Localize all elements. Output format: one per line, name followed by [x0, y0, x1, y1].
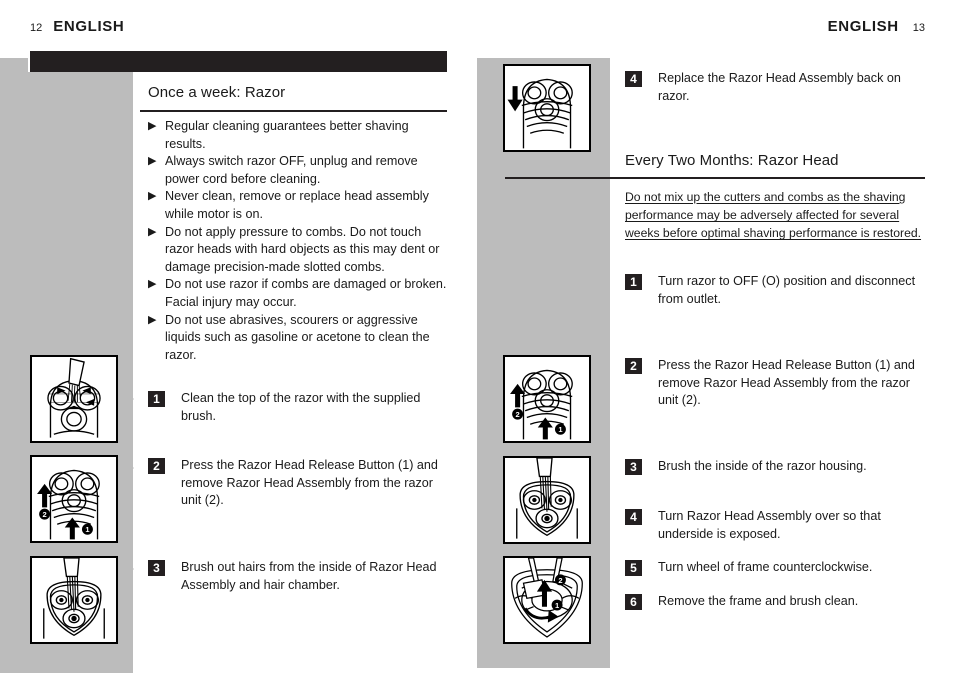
figure-pointer-triangle — [118, 386, 134, 412]
step-text: Brush out hairs from the inside of Razor… — [181, 560, 437, 592]
running-head-right: ENGLISH 13 — [828, 18, 925, 36]
svg-text:2: 2 — [558, 576, 562, 585]
right-page: ENGLISH 13 4 Replace the Razor Head Asse… — [477, 0, 954, 673]
step-number-badge: 4 — [625, 509, 642, 525]
step-number-badge: 4 — [625, 71, 642, 87]
svg-text:1: 1 — [555, 601, 559, 610]
page-number: 13 — [912, 22, 925, 34]
razor-head-underside-with-brush-icon — [43, 558, 105, 639]
step-number-badge: 1 — [625, 274, 642, 290]
list-item-text: Never clean, remove or replace head asse… — [165, 189, 429, 221]
bullet-arrow-icon: ▶ — [148, 190, 157, 203]
figure-pointer-triangle — [591, 456, 607, 482]
step-text: Brush the inside of the razor housing. — [658, 459, 867, 473]
section-title-every-two-months: Every Two Months: Razor Head — [625, 152, 839, 169]
step-text: Clean the top of the razor with the supp… — [181, 391, 421, 423]
step-text: Remove the frame and brush clean. — [658, 594, 859, 608]
section-title-once-a-week: Once a week: Razor — [148, 84, 286, 101]
bullet-arrow-icon: ▶ — [148, 120, 157, 132]
step-number-badge: 6 — [625, 594, 642, 610]
step-text: Press the Razor Head Release Button (1) … — [658, 358, 915, 408]
razor-replace-head-down-arrow-icon — [507, 78, 573, 149]
chapter-title-bar — [30, 51, 447, 72]
bullet-arrow-icon: ▶ — [148, 155, 157, 168]
warning-note: Do not mix up the cutters and combs as t… — [625, 190, 922, 241]
step-number-badge: 2 — [625, 358, 642, 374]
language-label: ENGLISH — [827, 18, 899, 35]
list-item: ▶ Always switch razor OFF, unplug and re… — [148, 153, 450, 188]
list-item-text: Do not use abrasives, scourers or aggres… — [165, 312, 430, 362]
razor-head-release-upward-arrows-icon: 2 1 — [37, 469, 100, 540]
list-item: ▶ Regular cleaning guarantees better sha… — [148, 118, 450, 153]
step-text: Turn razor to OFF (O) position and disco… — [658, 274, 916, 306]
razor-head-release-upward-arrows-icon: 2 1 — [510, 369, 573, 440]
list-item-text: Do not apply pressure to combs. Do not t… — [165, 224, 440, 274]
figure-replace-razor-head — [503, 64, 591, 152]
step-number-badge: 2 — [148, 458, 165, 474]
step-number-badge: 5 — [625, 560, 642, 576]
page-number: 12 — [30, 22, 43, 34]
safety-bullet-list: ▶ Regular cleaning guarantees better sha… — [148, 118, 450, 364]
bullet-arrow-icon: ▶ — [148, 278, 157, 291]
step-number-badge: 1 — [148, 391, 165, 407]
bullet-arrow-icon: ▶ — [148, 225, 157, 238]
figure-razor-underside-brush-right — [503, 456, 591, 544]
figure-razor-top-with-brush — [30, 355, 118, 443]
running-head-left: 12 ENGLISH — [30, 18, 124, 36]
list-item: ▶ Never clean, remove or replace head as… — [148, 188, 450, 223]
razor-frame-wheel-turn-icon: 2 1 — [511, 558, 583, 638]
razor-head-underside-with-brush-icon — [516, 458, 578, 539]
chapter-title: Cleaning — [118, 2, 183, 19]
step-text: Replace the Razor Head Assembly back on … — [658, 71, 901, 103]
bullet-arrow-icon: ▶ — [148, 313, 157, 326]
figure-pointer-triangle — [591, 556, 607, 582]
section-rule-left — [140, 110, 447, 112]
figure-pointer-triangle — [591, 355, 607, 381]
step-number-badge: 3 — [625, 459, 642, 475]
figure-razor-underside-brush — [30, 556, 118, 644]
section-rule-right — [505, 177, 925, 179]
figure-pointer-triangle — [118, 556, 134, 582]
list-item: ▶ Do not use razor if combs are damaged … — [148, 276, 450, 311]
language-label: ENGLISH — [53, 18, 125, 35]
svg-text:1: 1 — [558, 425, 562, 434]
left-page: 12 ENGLISH Cleaning Once a week: Razor ▶ … — [0, 0, 477, 673]
figure-pointer-triangle — [118, 455, 134, 481]
step-number-badge: 3 — [148, 560, 165, 576]
svg-text:2: 2 — [42, 510, 46, 519]
decorative-grey-strip-outer — [0, 58, 28, 673]
svg-text:1: 1 — [85, 525, 89, 534]
figure-razor-head-release: 2 1 — [30, 455, 118, 543]
razor-top-with-brush-and-arrows-icon — [47, 357, 101, 438]
figure-pointer-triangle — [591, 70, 607, 96]
list-item: ▶ Do not use abrasives, scourers or aggr… — [148, 312, 450, 365]
step-text: Press the Razor Head Release Button (1) … — [181, 458, 438, 508]
list-item: ▶ Do not apply pressure to combs. Do not… — [148, 224, 450, 277]
list-item-text: Regular cleaning guarantees better shavi… — [165, 119, 409, 151]
figure-frame-wheel-turn: 2 1 — [503, 556, 591, 644]
list-item-text: Always switch razor OFF, unplug and remo… — [165, 154, 418, 186]
step-text: Turn Razor Head Assembly over so that un… — [658, 509, 881, 541]
svg-text:2: 2 — [515, 410, 519, 419]
list-item-text: Do not use razor if combs are damaged or… — [165, 277, 447, 309]
figure-razor-head-release-right: 2 1 — [503, 355, 591, 443]
step-text: Turn wheel of frame counterclockwise. — [658, 560, 873, 574]
